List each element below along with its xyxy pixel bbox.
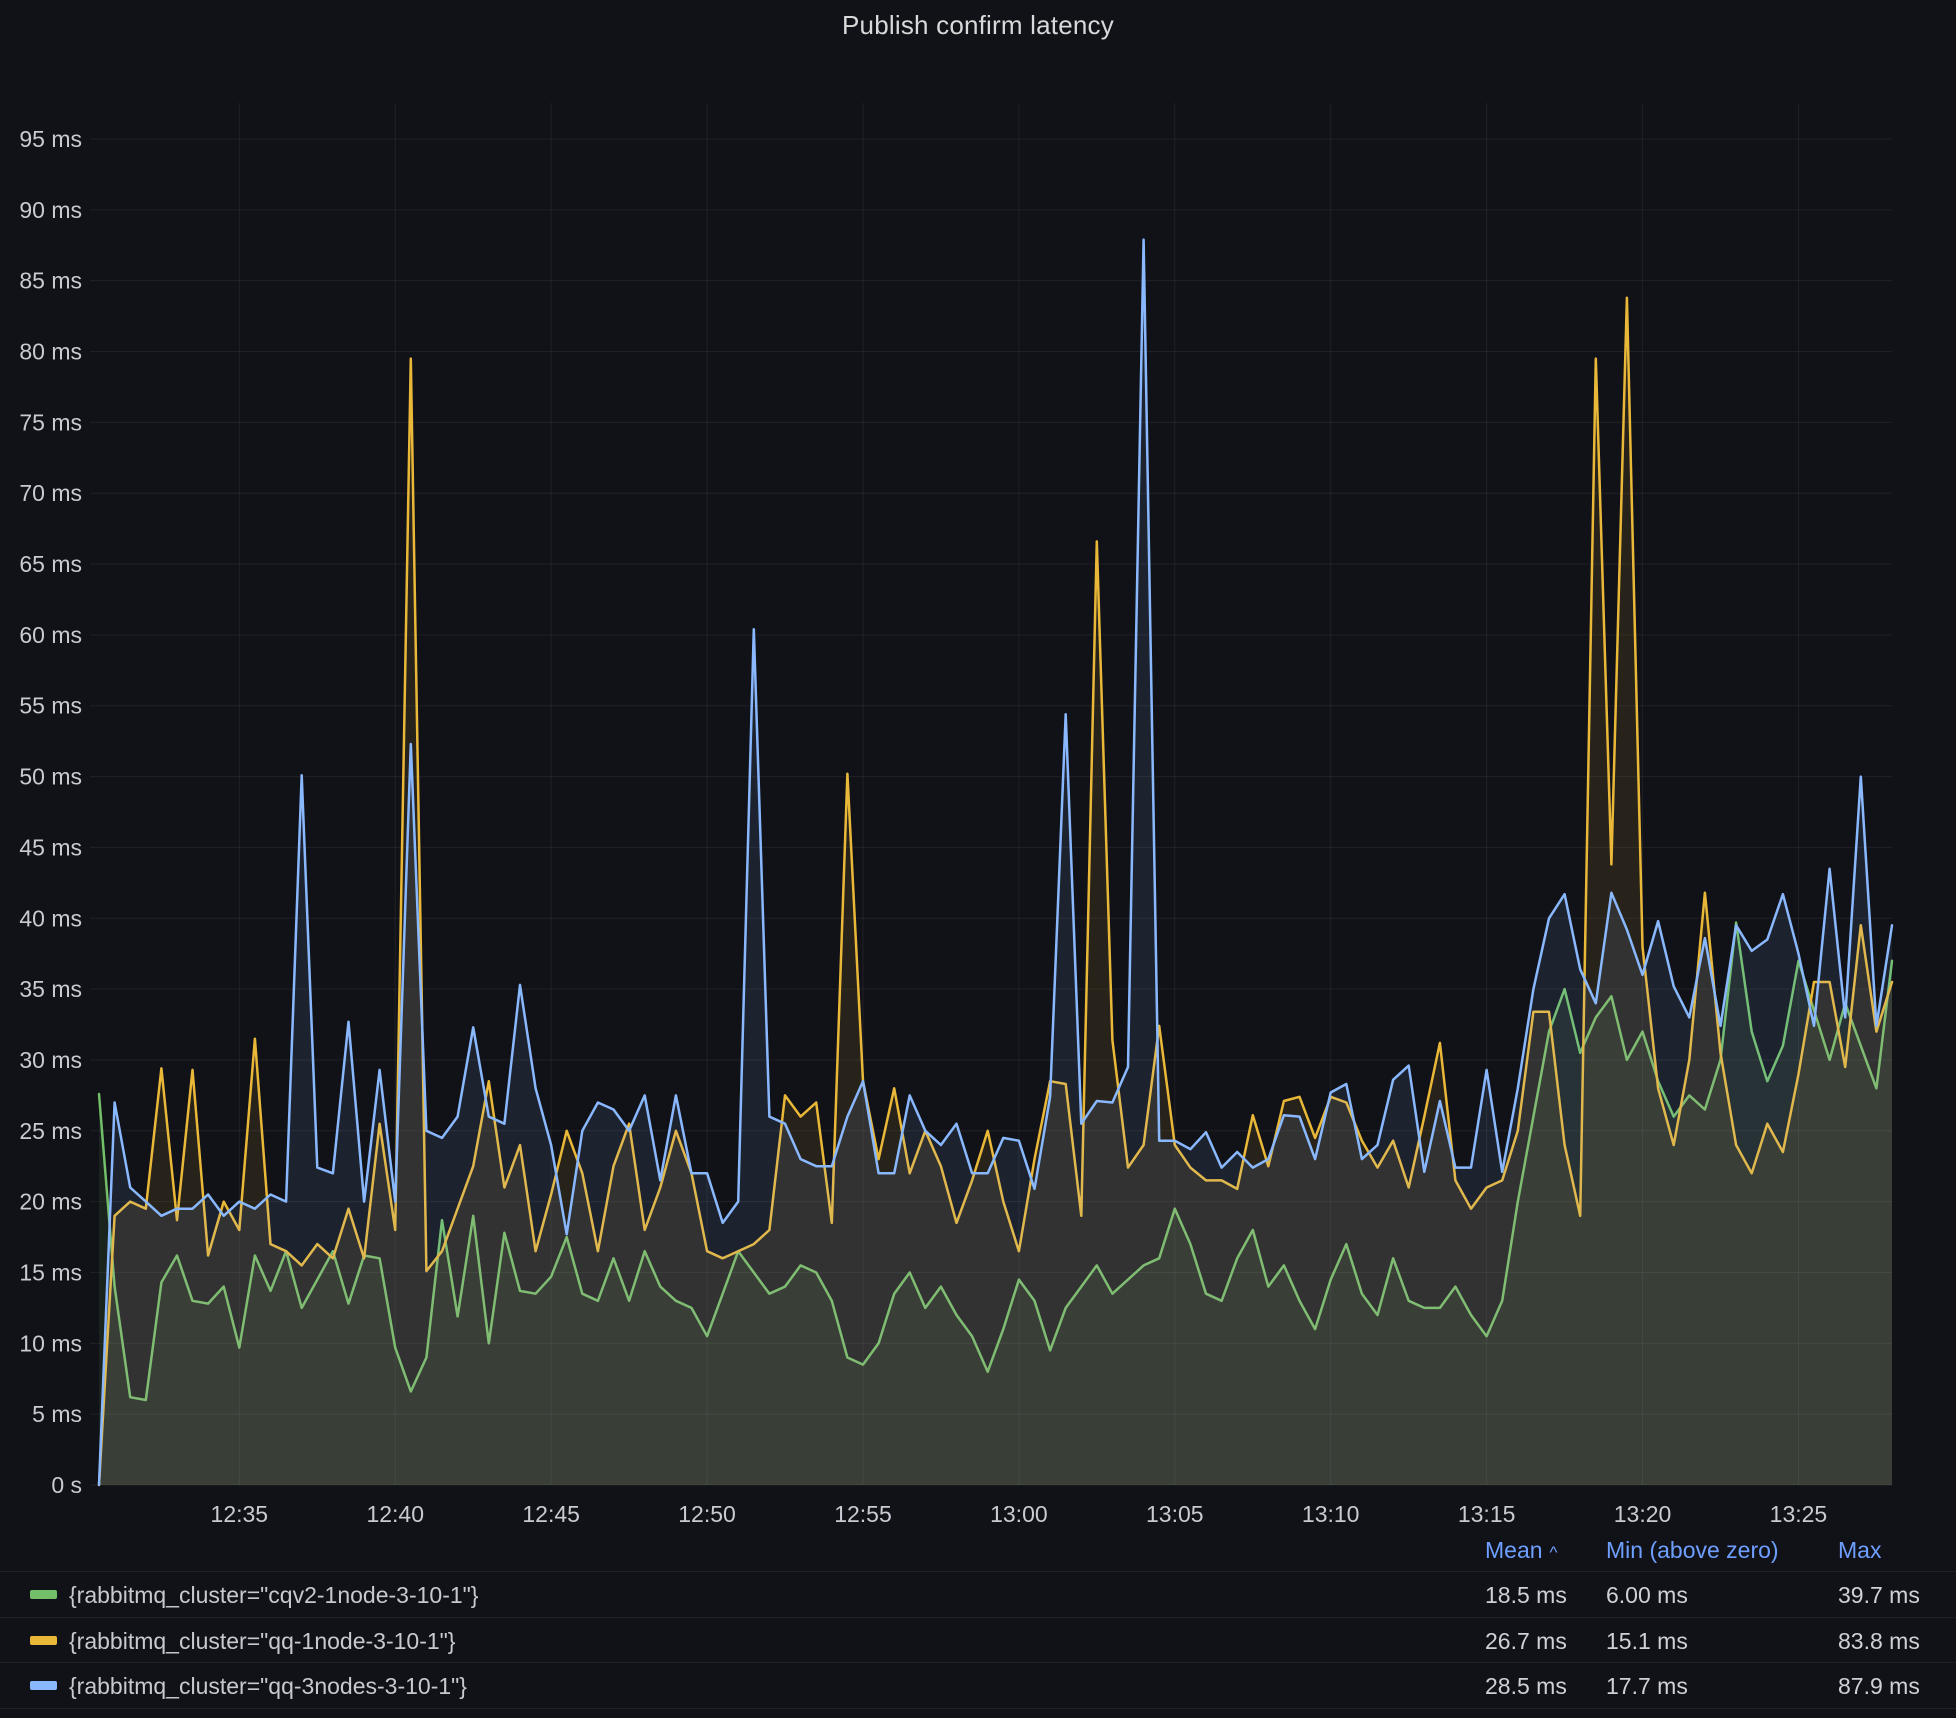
latency-chart: 0 s 5 ms 10 ms 15 ms 20 ms 25 ms 30 ms 35 ms 40 … — [0, 0, 1956, 1545]
legend-series-label[interactable]: {rabbitmq_cluster="cqv2-1node-3-10-1"} — [69, 1582, 479, 1609]
series-color-swatch[interactable] — [30, 1681, 57, 1690]
grafana-panel: Publish confirm latency 0 s5 ms10 ms15 m… — [0, 0, 1956, 1718]
y-tick-label: 30 ms — [19, 1047, 82, 1073]
y-tick-label: 0 s — [51, 1472, 82, 1498]
sort-ascending-icon: ^ — [1550, 1543, 1558, 1562]
x-tick-label: 13:10 — [1302, 1501, 1360, 1527]
x-tick-label: 13:15 — [1458, 1501, 1516, 1527]
legend-header-mean[interactable]: Mean ^ — [1485, 1537, 1558, 1564]
x-tick-label: 12:50 — [678, 1501, 736, 1527]
x-tick-label: 12:55 — [834, 1501, 892, 1527]
stat-mean: 28.5 ms — [1485, 1673, 1567, 1700]
x-tick-label: 13:20 — [1614, 1501, 1672, 1527]
y-tick-label: 65 ms — [19, 551, 82, 577]
y-tick-label: 90 ms — [19, 197, 82, 223]
y-tick-label: 45 ms — [19, 834, 82, 860]
y-tick-label: 60 ms — [19, 622, 82, 648]
legend-header-max[interactable]: Max — [1838, 1537, 1881, 1564]
divider — [0, 1708, 1956, 1709]
x-tick-label: 13:25 — [1770, 1501, 1828, 1527]
y-tick-label: 95 ms — [19, 126, 82, 152]
x-axis-labels: 12:35 12:40 12:45 12:50 12:55 13:00 13:05 13:10… — [211, 1501, 1828, 1527]
stat-mean: 18.5 ms — [1485, 1582, 1567, 1609]
legend-series-label[interactable]: {rabbitmq_cluster="qq-3nodes-3-10-1"} — [69, 1673, 467, 1700]
legend-series-label[interactable]: {rabbitmq_cluster="qq-1node-3-10-1"} — [69, 1628, 456, 1655]
x-tick-label: 12:40 — [366, 1501, 424, 1527]
y-tick-label: 10 ms — [19, 1330, 82, 1356]
stat-min: 17.7 ms — [1606, 1673, 1688, 1700]
stat-mean: 26.7 ms — [1485, 1628, 1567, 1655]
x-tick-label: 12:35 — [211, 1501, 269, 1527]
legend-row: {rabbitmq_cluster="qq-3nodes-3-10-1"} 28… — [0, 1663, 1956, 1708]
x-tick-label: 13:00 — [990, 1501, 1048, 1527]
y-tick-label: 40 ms — [19, 905, 82, 931]
x-tick-label: 12:45 — [522, 1501, 580, 1527]
y-tick-label: 75 ms — [19, 409, 82, 435]
y-tick-label: 70 ms — [19, 480, 82, 506]
y-tick-label: 80 ms — [19, 339, 82, 365]
stat-max: 87.9 ms — [1838, 1673, 1920, 1700]
y-axis-labels: 0 s 5 ms 10 ms 15 ms 20 ms 25 ms 30 ms 35 ms 40 … — [19, 126, 82, 1498]
stat-max: 39.7 ms — [1838, 1582, 1920, 1609]
series-color-swatch[interactable] — [30, 1636, 57, 1645]
y-tick-label: 20 ms — [19, 1189, 82, 1215]
y-tick-label: 5 ms — [32, 1401, 82, 1427]
y-tick-label: 25 ms — [19, 1118, 82, 1144]
y-tick-label: 85 ms — [19, 268, 82, 294]
y-tick-label: 55 ms — [19, 693, 82, 719]
y-tick-label: 35 ms — [19, 976, 82, 1002]
legend-row: {rabbitmq_cluster="qq-1node-3-10-1"} 26.… — [0, 1618, 1956, 1663]
legend-header-min[interactable]: Min (above zero) — [1606, 1537, 1779, 1564]
stat-max: 83.8 ms — [1838, 1628, 1920, 1655]
stat-min: 15.1 ms — [1606, 1628, 1688, 1655]
x-tick-label: 13:05 — [1146, 1501, 1204, 1527]
y-tick-label: 15 ms — [19, 1259, 82, 1285]
legend-row: {rabbitmq_cluster="cqv2-1node-3-10-1"} 1… — [0, 1572, 1956, 1617]
series-color-swatch[interactable] — [30, 1590, 57, 1599]
legend-header-mean-label: Mean — [1485, 1537, 1543, 1563]
y-tick-label: 50 ms — [19, 764, 82, 790]
stat-min: 6.00 ms — [1606, 1582, 1688, 1609]
